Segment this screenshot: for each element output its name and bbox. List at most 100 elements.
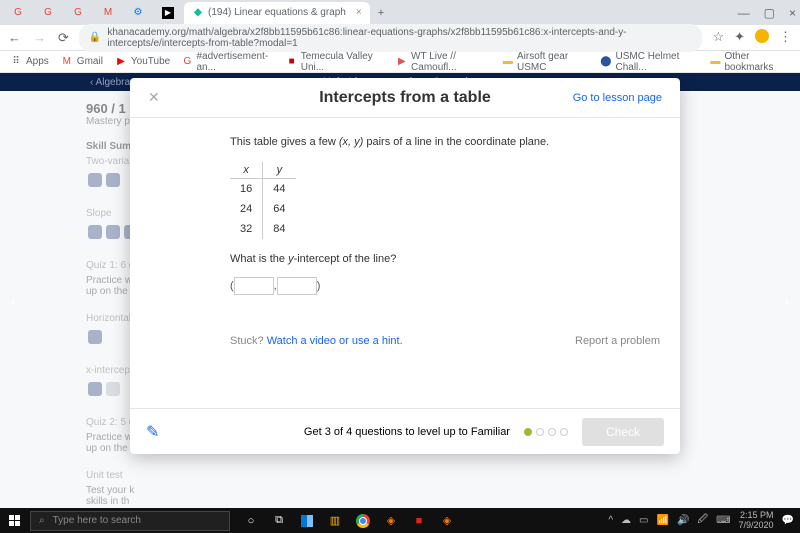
- favicon-khan: ◆: [192, 7, 204, 19]
- address-bar[interactable]: 🔒 khanacademy.org/math/algebra/x2f8bb115…: [79, 24, 703, 52]
- maximize-icon[interactable]: ▢: [764, 6, 775, 20]
- bookmark-item[interactable]: ■Temecula Valley Uni...: [286, 51, 384, 73]
- browser-tab[interactable]: G: [64, 2, 92, 24]
- task-view-icon[interactable]: ⧉: [268, 510, 290, 532]
- close-icon[interactable]: ×: [356, 7, 362, 18]
- taskbar-app[interactable]: [296, 510, 318, 532]
- address-row: ← → ⟳ 🔒 khanacademy.org/math/algebra/x2f…: [0, 25, 800, 51]
- new-tab-button[interactable]: +: [372, 7, 390, 19]
- favicon-google: G: [182, 56, 192, 68]
- browser-tab[interactable]: M: [94, 2, 122, 24]
- taskbar-app[interactable]: ◈: [380, 510, 402, 532]
- bookmark-item[interactable]: ⬤USMC Helmet Chall...: [600, 51, 698, 73]
- browser-tab[interactable]: ⚙: [124, 2, 152, 24]
- bookmark-item[interactable]: G#advertisement-an...: [182, 51, 274, 73]
- apps-button[interactable]: ⠿Apps: [10, 56, 49, 68]
- apps-icon: ⠿: [10, 56, 22, 68]
- col-header-y: y: [263, 162, 296, 179]
- x-input[interactable]: [234, 277, 274, 295]
- browser-tab[interactable]: G: [4, 2, 32, 24]
- table-row: 1644: [230, 179, 296, 200]
- battery-icon[interactable]: ▭: [639, 515, 648, 526]
- report-problem-link[interactable]: Report a problem: [575, 335, 660, 347]
- favicon-dark: ▶: [162, 7, 174, 19]
- prev-arrow-icon[interactable]: ‹: [4, 293, 22, 311]
- taskbar-app[interactable]: ■: [408, 510, 430, 532]
- gmail-icon: M: [61, 56, 73, 68]
- bookmark-item[interactable]: ▬Airsoft gear USMC: [503, 51, 589, 73]
- wifi-icon[interactable]: 📶: [656, 515, 668, 526]
- extensions-icon[interactable]: ✦: [734, 29, 745, 46]
- problem-prompt: This table gives a few (x, y) pairs of a…: [230, 136, 660, 148]
- y-input[interactable]: [277, 277, 317, 295]
- progress-dot: [548, 428, 556, 436]
- chrome-icon[interactable]: [352, 510, 374, 532]
- taskbar-app[interactable]: ◈: [436, 510, 458, 532]
- youtube-icon: ▶: [115, 56, 127, 68]
- page-icon: ⬤: [600, 56, 611, 68]
- progress-dot: [560, 428, 568, 436]
- search-icon: ⌕: [39, 515, 45, 526]
- windows-taskbar: ⌕Type here to search ○ ⧉ ▥ ◈ ■ ◈ ^ ☁ ▭ 📶…: [0, 508, 800, 533]
- next-arrow-icon[interactable]: ›: [778, 293, 796, 311]
- browser-tab-active[interactable]: ◆ (194) Linear equations & graph ×: [184, 2, 370, 24]
- stuck-hint: Stuck? Watch a video or use a hint.: [230, 335, 403, 347]
- question-text: What is the y-intercept of the line?: [230, 253, 660, 265]
- notifications-icon[interactable]: 💬: [782, 515, 794, 526]
- settings-icon: ⚙: [132, 7, 144, 19]
- table-row: 3284: [230, 219, 296, 239]
- exercise-modal: ✕ Intercepts from a table Go to lesson p…: [130, 78, 680, 454]
- browser-tab-strip: G G G M ⚙ ▶ ◆ (194) Linear equations & g…: [0, 0, 800, 25]
- minimize-icon[interactable]: —: [738, 6, 750, 20]
- page-icon: ■: [286, 56, 296, 68]
- favicon-google: G: [72, 7, 84, 19]
- url-text: khanacademy.org/math/algebra/x2f8bb11595…: [107, 27, 692, 49]
- back-icon[interactable]: ←: [8, 30, 21, 46]
- col-header-x: x: [230, 162, 263, 179]
- browser-tab[interactable]: ▶: [154, 2, 182, 24]
- profile-icon[interactable]: [755, 29, 769, 46]
- page-icon: ▶: [397, 56, 407, 68]
- start-button[interactable]: [0, 515, 30, 527]
- hint-link[interactable]: Watch a video or use a hint.: [267, 335, 403, 347]
- breadcrumb[interactable]: ‹ Algebra I: [90, 77, 136, 88]
- table-row: 2464: [230, 199, 296, 219]
- favicon-gmail: M: [102, 7, 114, 19]
- check-button[interactable]: Check: [582, 418, 664, 446]
- bookmark-item[interactable]: MGmail: [61, 56, 103, 68]
- tray-chevron-icon[interactable]: ^: [608, 515, 613, 526]
- keyboard-icon[interactable]: ⌨: [716, 515, 730, 526]
- other-bookmarks[interactable]: ▬Other bookmarks: [710, 51, 790, 73]
- scratchpad-icon[interactable]: ✎: [146, 422, 159, 442]
- folder-icon: ▬: [710, 56, 720, 68]
- forward-icon[interactable]: →: [33, 30, 46, 46]
- taskbar-search[interactable]: ⌕Type here to search: [30, 511, 230, 531]
- reload-icon[interactable]: ⟳: [58, 30, 69, 46]
- bookmark-item[interactable]: ▶WT Live // Camoufl...: [397, 51, 491, 73]
- bookmarks-bar: ⠿Apps MGmail ▶YouTube G#advertisement-an…: [0, 51, 800, 73]
- favicon-google: G: [42, 7, 54, 19]
- page-content: ‹ Algebra I Unit: Linear equations & gra…: [0, 73, 800, 508]
- taskbar-app[interactable]: ▥: [324, 510, 346, 532]
- progress-dots: [524, 428, 568, 436]
- language-icon[interactable]: 🖉: [697, 512, 708, 529]
- progress-dot: [536, 428, 544, 436]
- menu-icon[interactable]: ⋮: [779, 29, 792, 46]
- close-icon[interactable]: ×: [789, 6, 796, 20]
- browser-tab[interactable]: G: [34, 2, 62, 24]
- folder-icon: ▬: [503, 56, 513, 68]
- star-icon[interactable]: ☆: [712, 29, 724, 46]
- favicon-google: G: [12, 7, 24, 19]
- lock-icon: 🔒: [89, 32, 101, 43]
- taskbar-clock[interactable]: 2:15 PM 7/9/2020: [739, 511, 774, 531]
- volume-icon[interactable]: 🔊: [677, 515, 689, 526]
- cortana-icon[interactable]: ○: [240, 510, 262, 532]
- progress-dot: [524, 428, 532, 436]
- onedrive-icon[interactable]: ☁: [621, 515, 631, 526]
- xy-table: xy 1644 2464 3284: [230, 162, 296, 239]
- progress-text: Get 3 of 4 questions to level up to Fami…: [304, 426, 510, 438]
- tab-title: (194) Linear equations & graph: [208, 7, 346, 18]
- lesson-page-link[interactable]: Go to lesson page: [573, 92, 662, 104]
- bookmark-item[interactable]: ▶YouTube: [115, 56, 170, 68]
- answer-input-row: ( , ): [230, 277, 660, 295]
